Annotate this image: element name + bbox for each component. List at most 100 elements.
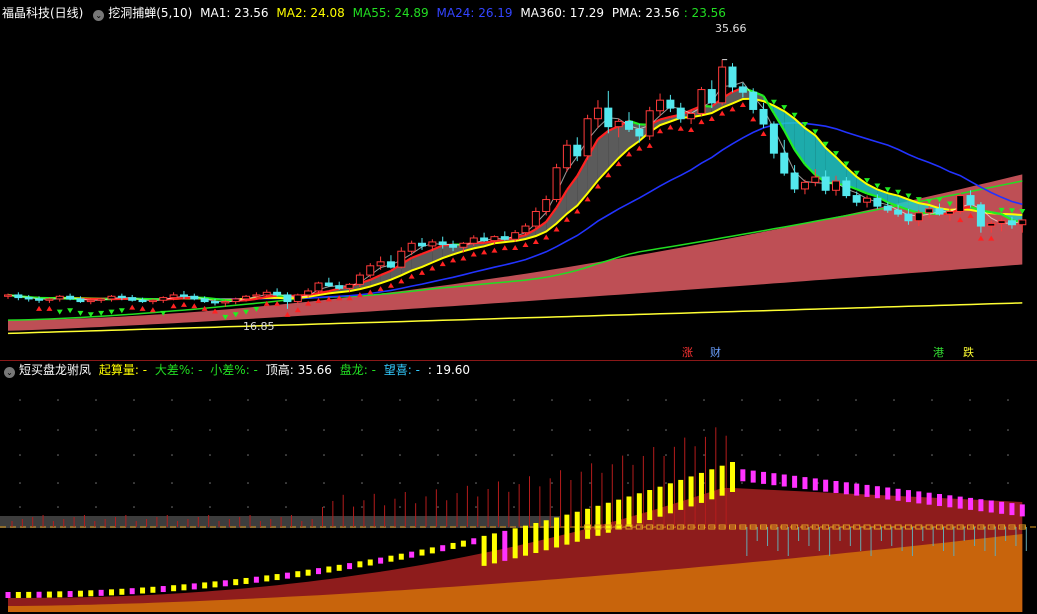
event-marker-zhang[interactable]: 涨 xyxy=(681,346,694,360)
dot-guide xyxy=(285,454,287,456)
candle-down xyxy=(500,236,509,240)
strength-bar-rising xyxy=(88,590,94,597)
strength-bar-rising xyxy=(647,490,653,521)
dot-guide xyxy=(95,482,97,484)
stock-title[interactable]: 福晶科技(日线) xyxy=(2,6,83,20)
candle-up xyxy=(428,241,437,247)
strength-bar-falling xyxy=(771,473,777,486)
buy-arrow-icon xyxy=(419,269,425,275)
candle-up xyxy=(945,210,954,215)
candle-up xyxy=(376,261,385,267)
dot-guide xyxy=(551,399,553,401)
candle-up xyxy=(687,112,696,120)
kline-chart[interactable] xyxy=(0,0,1037,614)
dot-guide xyxy=(703,454,705,456)
dot-guide xyxy=(513,482,515,484)
dot-guide xyxy=(437,429,439,431)
strength-bar-rising xyxy=(533,522,539,553)
dot-guide xyxy=(209,429,211,431)
dot-guide xyxy=(361,399,363,401)
dot-guide xyxy=(361,506,363,508)
buy-arrow-icon xyxy=(149,307,156,313)
dot-guide xyxy=(323,482,325,484)
pma2-value: : 23.56 xyxy=(683,6,726,20)
strength-bar-rising xyxy=(222,580,228,587)
dot-guide xyxy=(209,506,211,508)
panel-divider[interactable] xyxy=(0,360,1037,361)
strength-bar-falling xyxy=(854,483,860,496)
buy-arrow-icon xyxy=(46,305,53,311)
dot-guide xyxy=(361,454,363,456)
high-price-label: 35.66 xyxy=(715,22,747,35)
candle-down xyxy=(966,195,975,206)
ma2-value: MA2: 24.08 xyxy=(276,6,345,20)
strength-bar-rising xyxy=(357,561,363,568)
candle-up xyxy=(293,294,302,303)
sub-indicator-name[interactable]: 短买盘龙驸凤 xyxy=(19,363,91,377)
strength-bar-falling xyxy=(843,482,849,495)
buy-arrow-icon xyxy=(481,249,488,255)
dot-guide xyxy=(589,399,591,401)
wangxi-value: 望喜: - xyxy=(383,363,420,377)
candle-down xyxy=(821,176,830,191)
candle-down xyxy=(573,144,582,157)
dinggao-value: 顶高: 35.66 xyxy=(265,363,332,377)
strength-bar-rising xyxy=(719,465,725,496)
strength-bar-rising xyxy=(554,517,560,548)
sub-panel xyxy=(0,399,1037,612)
buy-arrow-icon xyxy=(129,304,136,310)
indicator-toggle-icon[interactable]: ⌄ xyxy=(93,10,105,21)
dot-guide xyxy=(133,399,135,401)
dot-guide xyxy=(589,454,591,456)
buy-arrow-icon xyxy=(615,161,622,167)
event-marker-cai[interactable]: 财 xyxy=(709,346,722,360)
buy-arrow-icon xyxy=(750,116,757,122)
dot-guide xyxy=(95,506,97,508)
strength-bar-falling xyxy=(874,486,880,499)
dot-guide xyxy=(247,506,249,508)
strength-bar-rising xyxy=(657,486,663,517)
strength-bar-rising xyxy=(698,472,704,503)
buy-arrow-icon xyxy=(491,247,498,253)
dot-guide xyxy=(361,429,363,431)
candle-up xyxy=(4,294,12,297)
candle-up xyxy=(583,118,592,157)
candle-up xyxy=(521,225,530,234)
strength-bar-falling xyxy=(885,487,891,500)
dot-guide xyxy=(855,429,857,431)
sub-indicator-toggle-icon[interactable]: ⌄ xyxy=(4,367,15,378)
candle-down xyxy=(190,295,199,300)
candle-down xyxy=(749,91,758,110)
buy-arrow-icon xyxy=(512,244,519,250)
strength-bar-rising xyxy=(336,564,342,571)
dot-guide xyxy=(1007,399,1009,401)
strength-bar-rising xyxy=(98,589,104,596)
candle-down xyxy=(66,295,75,300)
candle-up xyxy=(997,220,1006,224)
dot-guide xyxy=(247,429,249,431)
main-indicator-name[interactable]: 挖洞捕蝉(5,10) xyxy=(108,6,192,20)
event-marker-die[interactable]: 跌 xyxy=(962,346,975,360)
buy-arrow-icon xyxy=(387,282,394,288)
buy-arrow-icon xyxy=(646,142,653,148)
dot-guide xyxy=(589,506,591,508)
candle-up xyxy=(490,236,499,242)
buy-arrow-icon xyxy=(543,234,550,240)
candle-down xyxy=(707,89,716,104)
dot-guide xyxy=(95,399,97,401)
event-marker-gang[interactable]: 港 xyxy=(932,346,945,360)
buy-arrow-icon xyxy=(139,305,146,311)
strength-bar-falling xyxy=(968,497,974,510)
strength-bar-rising xyxy=(491,533,497,564)
dot-guide xyxy=(741,399,743,401)
strength-bar-rising xyxy=(295,571,301,578)
strength-bar-rising xyxy=(730,462,735,492)
dot-guide xyxy=(551,506,553,508)
dot-guide xyxy=(323,454,325,456)
candle-down xyxy=(738,86,747,93)
strength-bar-rising xyxy=(388,555,394,562)
candle-up xyxy=(718,66,727,104)
candle-up xyxy=(355,274,364,285)
buy-arrow-icon xyxy=(553,226,560,232)
candle-up xyxy=(55,295,64,300)
